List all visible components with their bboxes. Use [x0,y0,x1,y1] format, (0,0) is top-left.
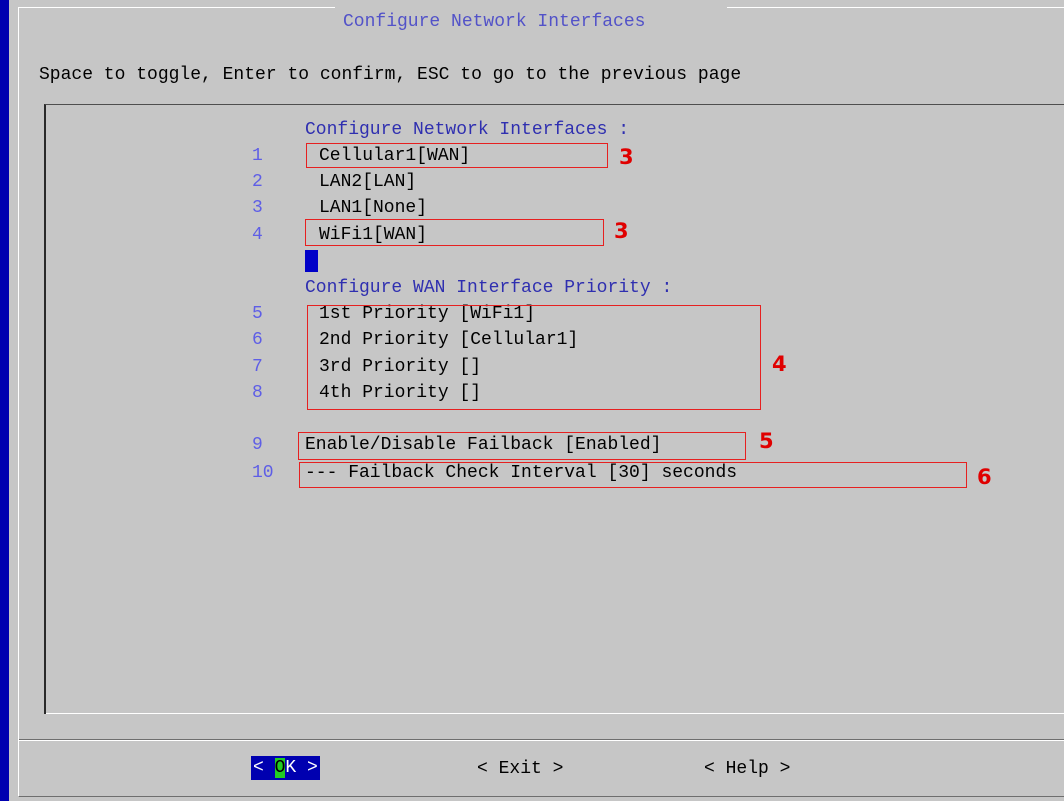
item-number: 10 [252,463,274,483]
dialog-title: Configure Network Interfaces [343,12,646,32]
item-number: 4 [252,225,263,245]
annotation-number: 3 [619,145,634,169]
annotation-box-priority [307,305,761,410]
item-number: 6 [252,330,263,350]
annotation-box-failback-toggle [298,432,746,460]
item-number: 7 [252,357,263,377]
ok-button[interactable]: < OK > [251,756,320,780]
annotation-number: 6 [977,465,992,489]
annotation-number: 5 [759,429,774,453]
ok-button-left: < [253,758,275,778]
text-cursor [305,250,318,272]
help-button[interactable]: < Help > [704,757,790,781]
item-number: 1 [252,146,263,166]
section-header-priority: Configure WAN Interface Priority : [305,278,673,298]
button-bar-divider [19,740,1064,741]
item-number: 3 [252,198,263,218]
ok-button-rest: K > [285,758,318,778]
instructions-text: Space to toggle, Enter to confirm, ESC t… [39,65,742,85]
exit-button[interactable]: < Exit > [477,757,563,781]
menu-item-lan1[interactable]: LAN1[None] [319,196,427,220]
annotation-box-wifi [305,219,604,246]
terminal-screen: Configure Network Interfaces Space to to… [0,0,1064,801]
menu-list-corner [44,710,52,714]
item-number: 5 [252,304,263,324]
item-number: 8 [252,383,263,403]
annotation-number: 4 [772,352,787,376]
section-header-interfaces: Configure Network Interfaces : [305,120,630,140]
annotation-box-cellular [306,143,608,168]
annotation-box-failback-interval [299,462,967,488]
left-edge-bar [0,0,9,801]
menu-item-lan2[interactable]: LAN2[LAN] [319,170,416,194]
ok-button-hotkey: O [274,758,286,778]
item-number: 9 [252,435,263,455]
item-number: 2 [252,172,263,192]
annotation-number: 3 [614,219,629,243]
